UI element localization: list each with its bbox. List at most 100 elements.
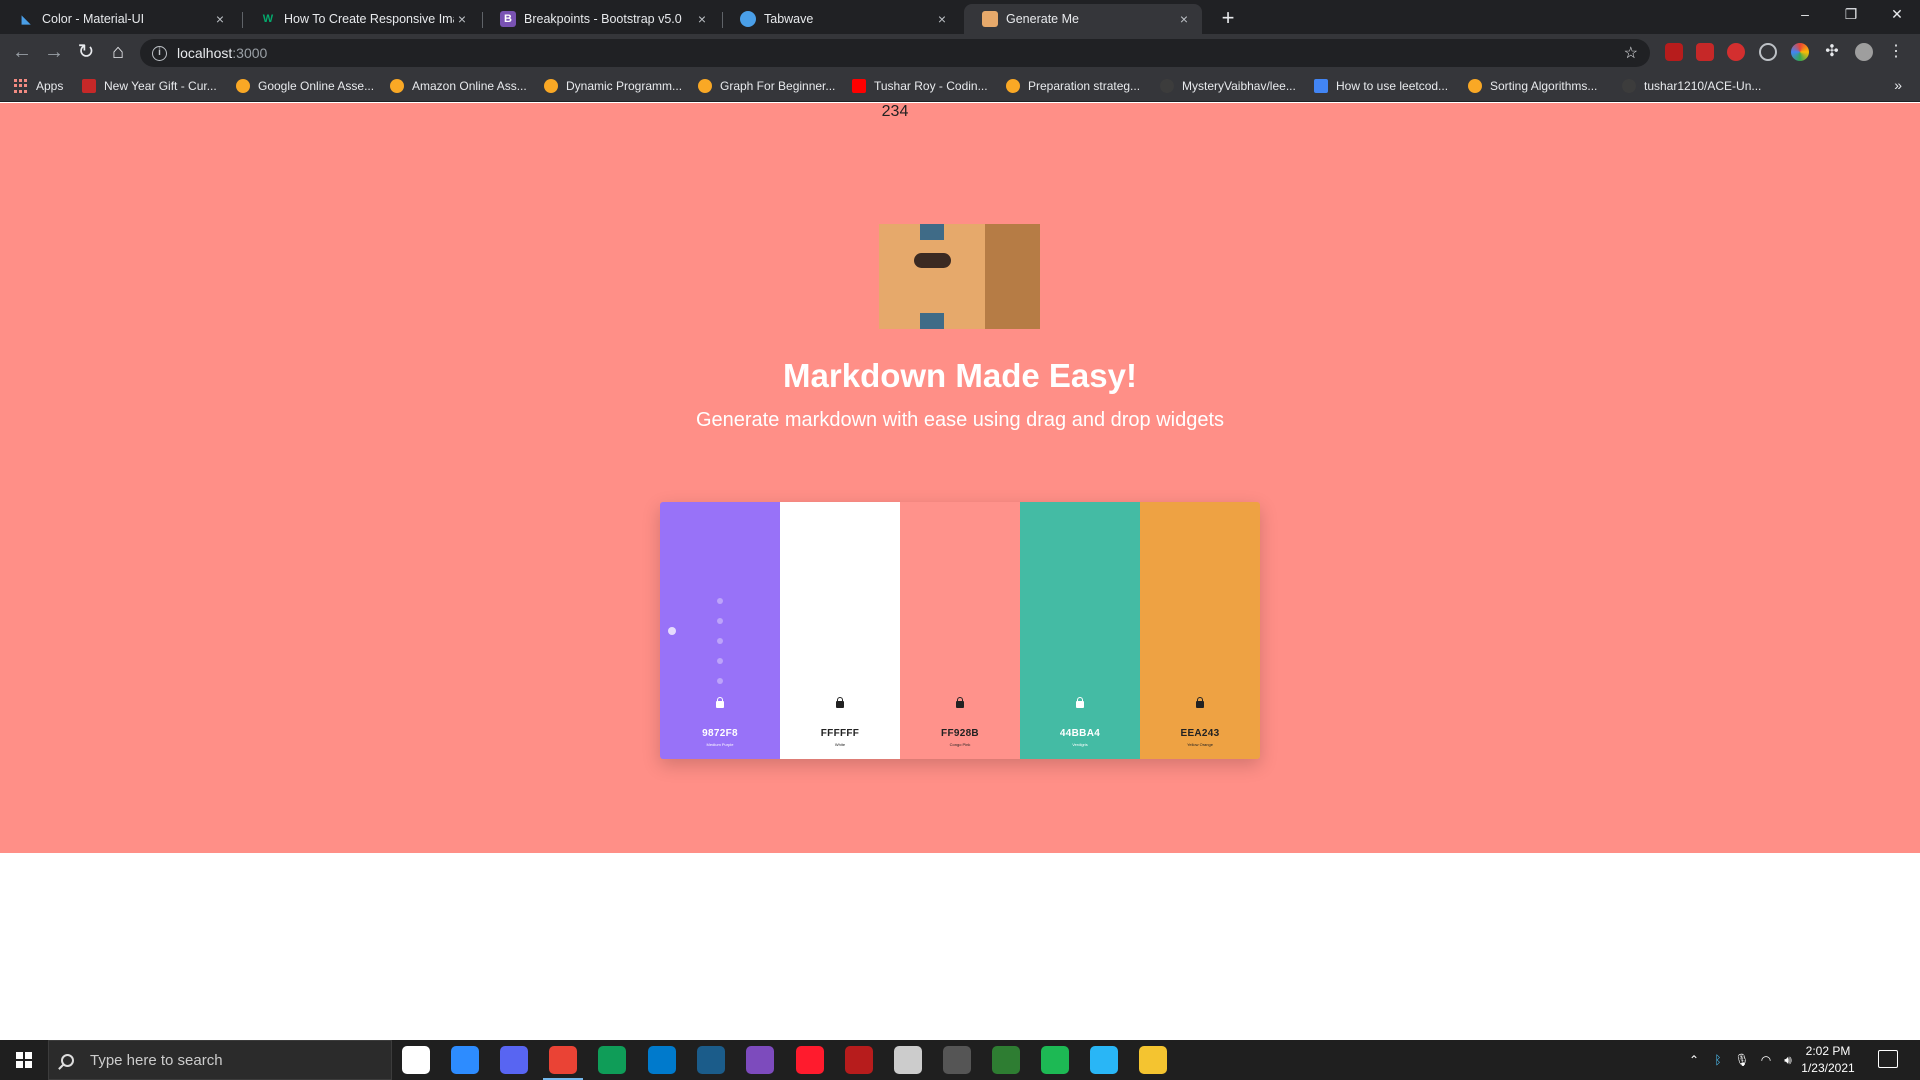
vscode-icon[interactable] xyxy=(648,1046,676,1074)
chrome-menu-icon[interactable]: ⋮ xyxy=(1887,43,1905,61)
bookmark-label: Apps xyxy=(36,79,64,93)
app-purple-icon[interactable] xyxy=(746,1046,774,1074)
chrome-icon[interactable] xyxy=(543,1046,583,1080)
microphone-icon[interactable]: 🎙︎ xyxy=(1732,1040,1752,1080)
profile-avatar[interactable] xyxy=(1855,43,1873,61)
clock-date: 1/23/2021 xyxy=(1801,1061,1855,1075)
app-unity-icon[interactable] xyxy=(894,1046,922,1074)
bookmark-item[interactable]: Dynamic Programm... xyxy=(544,77,682,95)
gift-icon xyxy=(82,79,96,93)
bookmark-item[interactable]: Tushar Roy - Codin... xyxy=(852,77,988,95)
bookmarks-overflow-icon[interactable]: » xyxy=(1894,77,1902,93)
tab-tabwave[interactable]: Tabwave × xyxy=(722,4,960,34)
bookmark-item[interactable]: Preparation strateg... xyxy=(1006,77,1140,95)
bluetooth-icon[interactable]: ᛒ xyxy=(1708,1040,1728,1080)
lock-icon[interactable] xyxy=(836,697,844,708)
bookmark-item[interactable]: tushar1210/ACE-Un... xyxy=(1622,77,1761,95)
color-hex-code[interactable]: 44BBA4 xyxy=(1020,728,1140,739)
drag-icon[interactable] xyxy=(717,658,723,664)
site-info-icon[interactable]: i xyxy=(152,45,167,61)
search-icon xyxy=(61,1053,74,1067)
tab-close-icon[interactable]: × xyxy=(212,11,228,27)
copy-icon[interactable] xyxy=(717,618,723,624)
bookmark-item[interactable]: Amazon Online Ass... xyxy=(390,77,527,95)
start-button[interactable] xyxy=(0,1040,48,1080)
spotify-icon[interactable] xyxy=(1041,1046,1069,1074)
color-hex-code[interactable]: 9872F8 xyxy=(660,728,780,739)
color-name: Yellow Orange xyxy=(1187,742,1213,747)
address-url: localhost:3000 xyxy=(177,45,268,61)
bookmark-item[interactable]: Sorting Algorithms... xyxy=(1468,77,1597,95)
tab-responsive-image[interactable]: W How To Create Responsive Image × xyxy=(242,4,480,34)
discord-badge-icon[interactable] xyxy=(500,1046,528,1074)
color-hex-code[interactable]: FF928B xyxy=(900,728,1020,739)
tab-close-icon[interactable]: × xyxy=(694,11,710,27)
zoom-icon[interactable] xyxy=(451,1046,479,1074)
drag-handle-icon[interactable] xyxy=(668,627,676,635)
extension-color-picker-icon[interactable] xyxy=(1791,43,1809,61)
color-swatch[interactable]: EEA243 Yellow Orange xyxy=(1140,502,1260,759)
taskbar-search-box[interactable]: Type here to search xyxy=(48,1040,392,1080)
bookmark-item[interactable]: How to use leetcod... xyxy=(1314,77,1448,95)
browser-toolbar: ← → ↻ ⌂ i localhost:3000 ☆ ✣ ⋮ xyxy=(0,34,1920,70)
new-tab-button[interactable]: + xyxy=(1215,6,1241,32)
lock-icon[interactable] xyxy=(956,697,964,708)
extension-youtube-icon[interactable] xyxy=(1727,43,1745,61)
minimize-button[interactable]: – xyxy=(1782,0,1828,30)
task-view-icon[interactable] xyxy=(402,1046,430,1074)
youtube-icon xyxy=(852,79,866,93)
reload-icon[interactable]: ↻ xyxy=(72,38,100,66)
app-drop-icon[interactable] xyxy=(1090,1046,1118,1074)
address-bar[interactable]: i localhost:3000 ☆ xyxy=(140,39,1650,67)
github-icon xyxy=(1622,79,1636,93)
edge-icon[interactable] xyxy=(598,1046,626,1074)
close-window-button[interactable]: ✕ xyxy=(1874,0,1920,30)
color-swatch[interactable]: FFFFFF White xyxy=(780,502,900,759)
obs-icon[interactable] xyxy=(943,1046,971,1074)
bookmark-item[interactable]: MysteryVaibhav/lee... xyxy=(1160,77,1296,95)
color-hex-code[interactable]: EEA243 xyxy=(1140,728,1260,739)
extension-target-icon[interactable] xyxy=(1759,43,1777,61)
remove-icon[interactable] xyxy=(717,598,723,604)
bookmark-label: MysteryVaibhav/lee... xyxy=(1182,79,1296,93)
search-placeholder: Type here to search xyxy=(90,1051,223,1069)
home-icon[interactable]: ⌂ xyxy=(104,38,132,66)
tab-bootstrap-breakpoints[interactable]: B Breakpoints - Bootstrap v5.0 × xyxy=(482,4,720,34)
lock-icon[interactable] xyxy=(1196,697,1204,708)
tab-close-icon[interactable]: × xyxy=(454,11,470,27)
bookmark-item[interactable]: Graph For Beginner... xyxy=(698,77,835,95)
color-swatch[interactable]: 44BBA4 Verdigris xyxy=(1020,502,1140,759)
adjust-icon[interactable] xyxy=(717,638,723,644)
taskbar-clock[interactable]: 2:02 PM 1/23/2021 xyxy=(1792,1043,1864,1077)
tab-generate-me[interactable]: Generate Me × xyxy=(964,4,1202,34)
bookmark-apps[interactable]: Apps xyxy=(14,77,63,95)
color-name: White xyxy=(834,742,846,747)
wifi-icon[interactable]: ◠ xyxy=(1756,1040,1776,1080)
bookmark-item[interactable]: New Year Gift - Cur... xyxy=(82,77,217,95)
extensions-puzzle-icon[interactable]: ✣ xyxy=(1823,43,1841,61)
extension-red-icon[interactable] xyxy=(1696,43,1714,61)
steam-icon[interactable] xyxy=(697,1046,725,1074)
bookmark-item[interactable]: Google Online Asse... xyxy=(236,77,374,95)
color-swatch[interactable]: 9872F8 Medium Purple xyxy=(660,502,780,759)
tab-close-icon[interactable]: × xyxy=(934,11,950,27)
bookmark-star-icon[interactable]: ☆ xyxy=(1624,43,1638,63)
lock-icon[interactable] xyxy=(716,697,724,708)
view-shades-icon[interactable] xyxy=(717,678,723,684)
action-center-icon[interactable] xyxy=(1878,1050,1898,1068)
tab-close-icon[interactable]: × xyxy=(1176,11,1192,27)
app-red-icon[interactable] xyxy=(845,1046,873,1074)
show-hidden-icons-icon[interactable]: ⌃ xyxy=(1684,1040,1704,1080)
app-headset-icon[interactable] xyxy=(992,1046,1020,1074)
forward-arrow-icon[interactable]: → xyxy=(40,38,68,66)
page-subtitle: Generate markdown with ease using drag a… xyxy=(695,409,1225,431)
tab-material-ui[interactable]: ◣ Color - Material-UI × xyxy=(0,4,238,34)
ublock-extension-icon[interactable] xyxy=(1665,43,1683,61)
opera-icon[interactable] xyxy=(796,1046,824,1074)
restore-button[interactable]: ❐ xyxy=(1828,0,1874,30)
color-swatch[interactable]: FF928B Congo Pink xyxy=(900,502,1020,759)
lock-icon[interactable] xyxy=(1076,697,1084,708)
back-arrow-icon[interactable]: ← xyxy=(8,38,36,66)
file-explorer-icon[interactable] xyxy=(1139,1046,1167,1074)
color-hex-code[interactable]: FFFFFF xyxy=(780,728,900,739)
